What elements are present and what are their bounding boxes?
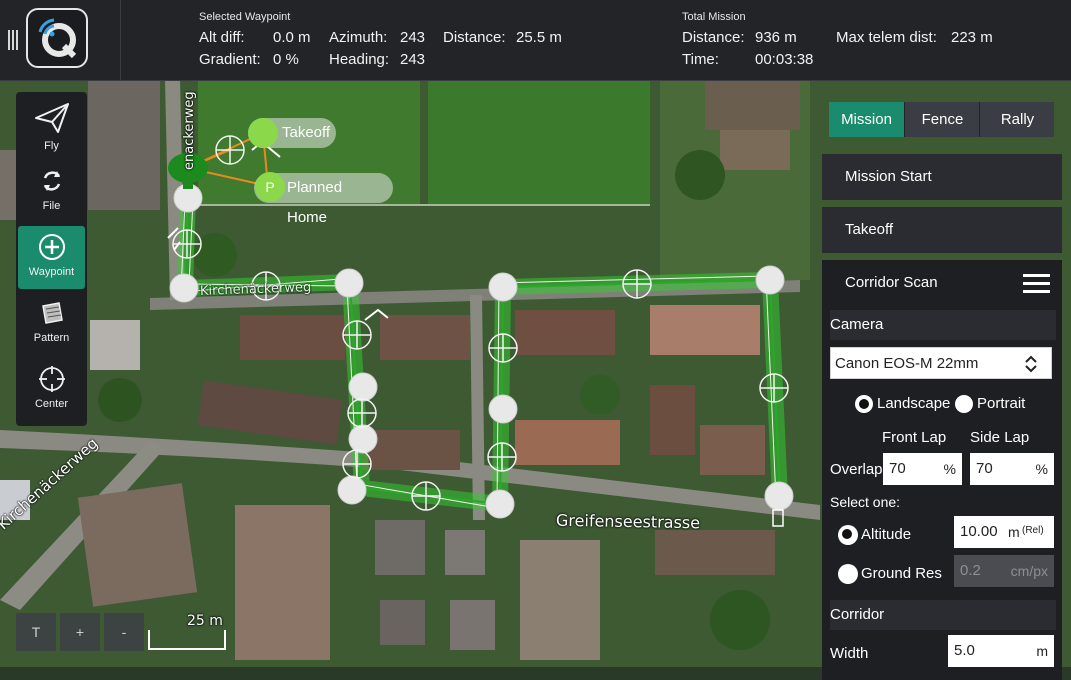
- side-lap-field[interactable]: 70 %: [970, 453, 1054, 485]
- tool-waypoint-label: Waypoint: [28, 266, 75, 278]
- updown-chevron-icon: [1025, 355, 1037, 373]
- camera-section-label: Camera: [830, 316, 884, 333]
- street-label-greifenseestrasse: Greifenseestrasse: [555, 510, 701, 533]
- width-unit: m: [1036, 643, 1048, 659]
- building: [705, 80, 800, 130]
- plan-toolstrip: Fly File Waypoint Pattern Center: [16, 92, 87, 426]
- ground-res-value: 0.2: [960, 562, 981, 579]
- portrait-label[interactable]: Portrait: [977, 395, 1025, 412]
- overlap-label: Overlap: [830, 461, 882, 478]
- altitude-label[interactable]: Altitude: [861, 526, 911, 543]
- scale-label: 25 m: [187, 613, 223, 629]
- altitude-value: 10.00: [960, 523, 998, 540]
- azimuth-value: 243: [400, 29, 426, 46]
- front-lap-label: Front Lap: [882, 429, 947, 446]
- takeoff-item[interactable]: Takeoff: [822, 207, 1062, 253]
- takeoff-label-text: Takeoff: [282, 124, 331, 141]
- takeoff-marker[interactable]: [248, 118, 278, 148]
- selected-waypoint-title: Selected Waypoint: [199, 11, 291, 23]
- building: [240, 315, 345, 360]
- corridor-section-label: Corridor: [830, 606, 885, 623]
- time-label: Time:: [682, 51, 719, 68]
- corridor-scan-editor: Corridor Scan Camera Canon EOS-M 22mm La…: [822, 260, 1062, 680]
- gradient-label: Gradient:: [199, 51, 261, 68]
- building: [88, 80, 160, 210]
- mission-start-item[interactable]: Mission Start: [822, 154, 1062, 200]
- mission-panel: Mission Fence Rally Mission Start Takeof…: [822, 90, 1071, 680]
- front-lap-value: 70: [889, 460, 906, 477]
- landscape-label[interactable]: Landscape: [877, 395, 950, 412]
- tool-file[interactable]: File: [18, 160, 85, 223]
- total-mission-title: Total Mission: [682, 11, 746, 23]
- plus-circle-icon: [38, 234, 65, 260]
- width-label: Width: [830, 645, 869, 662]
- altitude-unit: m: [1008, 524, 1020, 540]
- corridor-section-header[interactable]: Corridor: [830, 600, 1056, 630]
- sync-icon: [43, 171, 60, 191]
- heading-value: 243: [400, 51, 426, 68]
- tool-pattern[interactable]: Pattern: [18, 292, 85, 355]
- width-value: 5.0: [954, 642, 975, 659]
- qgc-logo-icon[interactable]: [26, 8, 88, 68]
- tilt-button[interactable]: T: [16, 613, 56, 651]
- corridor-scan-title: Corridor Scan: [845, 274, 938, 291]
- side-lap-unit: %: [1035, 461, 1048, 477]
- camera-section-header[interactable]: Camera: [830, 310, 1056, 340]
- altitude-radio[interactable]: [838, 525, 858, 545]
- street-label-vertical: enackerweg: [182, 91, 197, 170]
- distance-label: Distance:: [443, 29, 506, 46]
- alt-diff-label: Alt diff:: [199, 29, 245, 46]
- time-value: 00:03:38: [755, 51, 814, 68]
- front-lap-field[interactable]: 70 %: [883, 453, 962, 485]
- paper-plane-icon: [34, 103, 69, 133]
- plan-tabs: Mission Fence Rally: [829, 102, 1054, 137]
- altitude-ref: (Rel): [1022, 525, 1044, 536]
- tool-center[interactable]: Center: [18, 358, 85, 421]
- max-telem-value: 223 m: [951, 29, 993, 46]
- distance-value: 25.5 m: [516, 29, 562, 46]
- side-lap-value: 70: [976, 460, 993, 477]
- tool-fly-label: Fly: [44, 140, 59, 152]
- zoom-out-button[interactable]: -: [104, 613, 144, 651]
- map-scale-bar: [148, 630, 226, 650]
- max-telem-label: Max telem dist:: [836, 29, 937, 46]
- heading-label: Heading:: [329, 51, 390, 68]
- gradient-value: 0 %: [273, 51, 299, 68]
- width-field[interactable]: 5.0 m: [948, 635, 1054, 667]
- home-marker-letter: P: [265, 179, 275, 195]
- menu-icon[interactable]: [8, 30, 20, 50]
- side-lap-label: Side Lap: [970, 429, 1030, 446]
- alt-diff-value: 0.0 m: [273, 29, 311, 46]
- tool-pattern-label: Pattern: [33, 332, 70, 344]
- ground-res-unit: cm/px: [1010, 563, 1048, 579]
- front-lap-unit: %: [943, 461, 956, 477]
- zoom-in-button[interactable]: +: [60, 613, 100, 651]
- tool-waypoint[interactable]: Waypoint: [18, 226, 85, 289]
- tab-mission[interactable]: Mission: [829, 102, 904, 137]
- tab-fence[interactable]: Fence: [904, 102, 980, 137]
- total-distance-value: 936 m: [755, 29, 797, 46]
- tool-file-label: File: [42, 200, 61, 212]
- pattern-icon: [41, 302, 63, 324]
- altitude-field[interactable]: 10.00 m (Rel): [954, 516, 1054, 548]
- portrait-radio[interactable]: [955, 395, 973, 413]
- camera-select[interactable]: Canon EOS-M 22mm: [830, 347, 1052, 379]
- ground-res-radio[interactable]: [838, 564, 858, 584]
- azimuth-label: Azimuth:: [329, 29, 388, 46]
- tool-center-label: Center: [34, 398, 69, 410]
- ground-res-label[interactable]: Ground Res: [861, 565, 942, 582]
- planned-home-marker[interactable]: P: [255, 172, 285, 202]
- camera-select-value: Canon EOS-M 22mm: [835, 355, 979, 372]
- top-toolbar: Selected Waypoint Alt diff: 0.0 m Azimut…: [0, 0, 1071, 81]
- ground-res-field[interactable]: 0.2 cm/px: [954, 555, 1054, 587]
- sports-field-right: [428, 80, 650, 205]
- tab-rally[interactable]: Rally: [979, 102, 1055, 137]
- hamburger-menu-icon[interactable]: [1023, 274, 1050, 298]
- tool-fly[interactable]: Fly: [18, 94, 85, 157]
- select-one-label: Select one:: [830, 494, 901, 510]
- total-distance-label: Distance:: [682, 29, 745, 46]
- landscape-radio[interactable]: [855, 395, 873, 413]
- crosshair-icon: [38, 366, 65, 392]
